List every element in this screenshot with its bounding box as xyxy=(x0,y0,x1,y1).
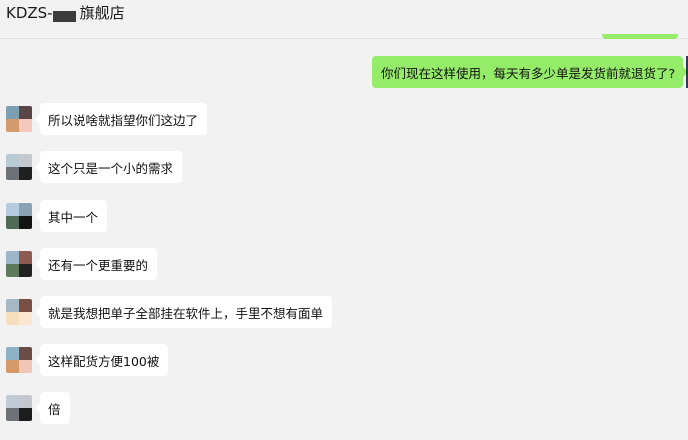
redacted-block xyxy=(52,11,76,22)
received-message-text: 还有一个更重要的 xyxy=(48,257,149,273)
received-message-bubble[interactable]: 就是我想把单子全部挂在软件上，手里不想有面单 xyxy=(34,296,333,328)
contact-avatar[interactable] xyxy=(6,106,32,132)
contact-avatar[interactable] xyxy=(6,347,32,373)
received-message-text: 倍 xyxy=(48,401,61,417)
received-message: 所以说啥就指望你们这边了 xyxy=(0,103,688,137)
received-message-bubble[interactable]: 倍 xyxy=(35,392,70,424)
chat-title[interactable]: KDZS- 旗舰店 xyxy=(6,2,125,23)
received-message: 倍 xyxy=(0,392,688,426)
contact-avatar[interactable] xyxy=(6,299,32,325)
received-message-bubble[interactable]: 这个只是一个小的需求 xyxy=(34,151,183,183)
received-message-bubble[interactable]: 这样配货方便100被 xyxy=(34,344,169,376)
received-message-bubble[interactable]: 其中一个 xyxy=(34,200,108,232)
received-message: 还有一个更重要的 xyxy=(0,248,688,282)
received-message: 就是我想把单子全部挂在软件上，手里不想有面单 xyxy=(0,296,688,330)
chat-title-prefix: KDZS- xyxy=(6,3,53,22)
sent-message-text: 你们现在这样使用，每天有多少单是发货前就退货了? xyxy=(381,65,676,81)
contact-avatar[interactable] xyxy=(6,203,32,229)
chat-title-suffix: 旗舰店 xyxy=(79,4,125,22)
contact-avatar[interactable] xyxy=(6,154,32,180)
received-message-text: 所以说啥就指望你们这边了 xyxy=(48,112,199,128)
contact-avatar[interactable] xyxy=(6,251,32,277)
received-message-text: 这样配货方便100被 xyxy=(48,353,160,369)
sent-message-bubble[interactable]: 你们现在这样使用，每天有多少单是发货前就退货了? xyxy=(372,56,688,88)
received-message: 这个只是一个小的需求 xyxy=(0,151,688,185)
received-message: 这样配货方便100被 xyxy=(0,344,688,378)
contact-avatar[interactable] xyxy=(6,395,32,421)
received-message-text: 这个只是一个小的需求 xyxy=(48,160,174,176)
received-message-text: 其中一个 xyxy=(48,209,99,225)
received-message-bubble[interactable]: 还有一个更重要的 xyxy=(34,248,158,280)
chat-header: KDZS- 旗舰店 xyxy=(0,0,688,39)
received-message-text: 就是我想把单子全部挂在软件上，手里不想有面单 xyxy=(48,305,324,321)
received-message: 其中一个 xyxy=(0,200,688,234)
previous-sent-bubble xyxy=(602,34,678,39)
received-message-bubble[interactable]: 所以说啥就指望你们这边了 xyxy=(34,103,208,135)
